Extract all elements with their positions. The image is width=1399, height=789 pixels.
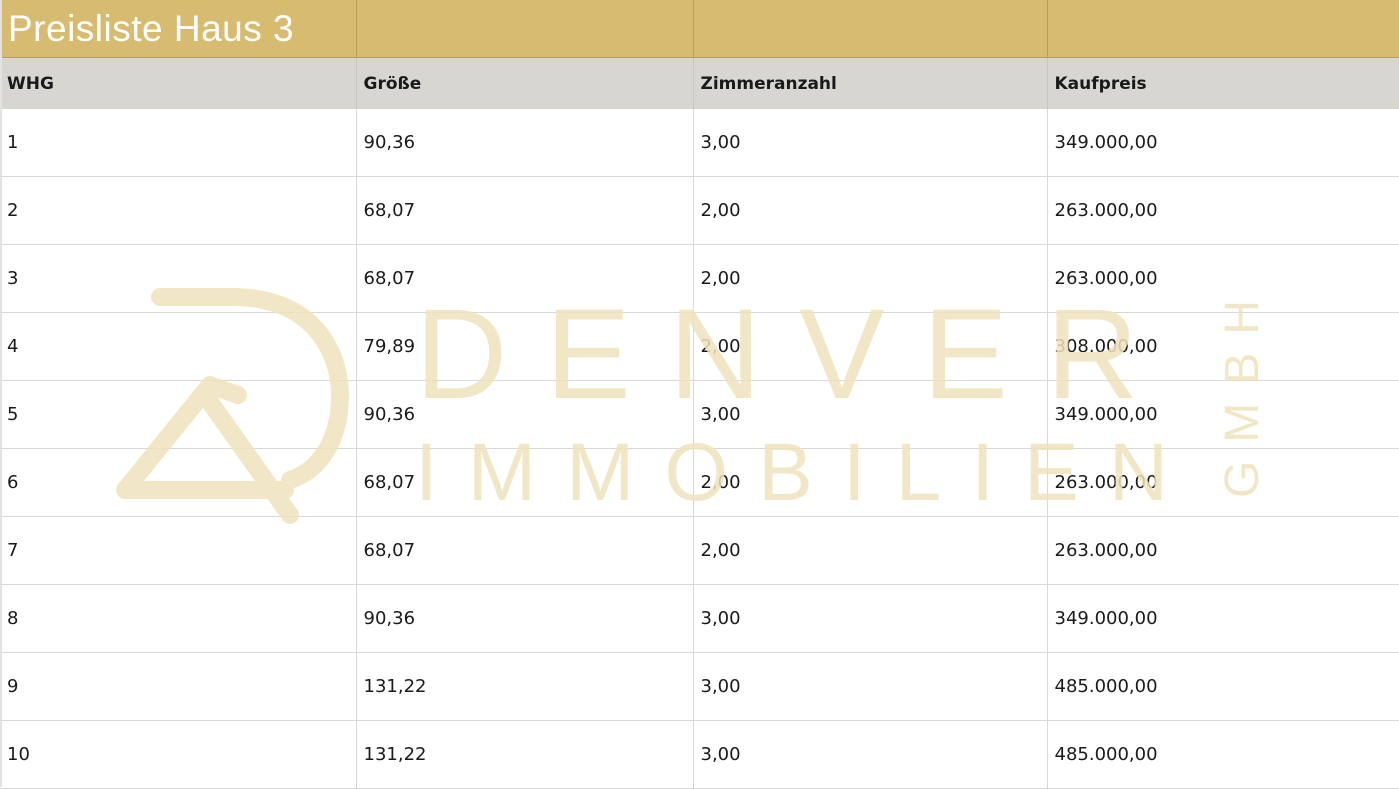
cell-groesse[interactable]: 68,07	[356, 244, 694, 313]
cell-kaufpreis[interactable]: 349.000,00	[1047, 380, 1399, 449]
cell-whg[interactable]: 5	[0, 380, 357, 449]
cell-groesse[interactable]: 90,36	[356, 380, 694, 449]
cell-groesse[interactable]: 68,07	[356, 176, 694, 245]
cell-whg[interactable]: 10	[0, 720, 357, 789]
cell-kaufpreis[interactable]: 263.000,00	[1047, 244, 1399, 313]
column-header-kaufpreis[interactable]: Kaufpreis	[1047, 57, 1399, 109]
cell-groesse[interactable]: 68,07	[356, 448, 694, 517]
title-cell[interactable]: Preisliste Haus 3	[0, 0, 357, 58]
cell-groesse[interactable]: 131,22	[356, 652, 694, 721]
table-row: 8 90,36 3,00 349.000,00	[0, 584, 1399, 653]
table-row: 10 131,22 3,00 485.000,00	[0, 720, 1399, 789]
cell-groesse[interactable]: 68,07	[356, 516, 694, 585]
cell-whg[interactable]: 7	[0, 516, 357, 585]
cell-kaufpreis[interactable]: 485.000,00	[1047, 652, 1399, 721]
table-row: 6 68,07 2,00 263.000,00	[0, 448, 1399, 517]
header-row: WHG Größe Zimmeranzahl Kaufpreis	[0, 57, 1399, 109]
cell-zimmeranzahl[interactable]: 2,00	[693, 312, 1048, 381]
cell-zimmeranzahl[interactable]: 2,00	[693, 244, 1048, 313]
price-list-sheet: Preisliste Haus 3 WHG Größe Zimmeranzahl…	[0, 0, 1399, 789]
page-title: Preisliste Haus 3	[8, 7, 295, 49]
cell-whg[interactable]: 9	[0, 652, 357, 721]
table-row: 7 68,07 2,00 263.000,00	[0, 516, 1399, 585]
cell-zimmeranzahl[interactable]: 2,00	[693, 448, 1048, 517]
table-row: 4 79,89 2,00 308.000,00	[0, 312, 1399, 381]
table-row: 9 131,22 3,00 485.000,00	[0, 652, 1399, 721]
cell-kaufpreis[interactable]: 349.000,00	[1047, 584, 1399, 653]
cell-groesse[interactable]: 90,36	[356, 584, 694, 653]
column-header-groesse[interactable]: Größe	[356, 57, 694, 109]
column-header-whg[interactable]: WHG	[0, 57, 357, 109]
left-edge-border	[0, 0, 2, 787]
cell-whg[interactable]: 6	[0, 448, 357, 517]
cell-zimmeranzahl[interactable]: 2,00	[693, 516, 1048, 585]
column-header-zimmeranzahl[interactable]: Zimmeranzahl	[693, 57, 1048, 109]
cell-kaufpreis[interactable]: 263.000,00	[1047, 516, 1399, 585]
cell-whg[interactable]: 2	[0, 176, 357, 245]
cell-whg[interactable]: 8	[0, 584, 357, 653]
price-table: Preisliste Haus 3 WHG Größe Zimmeranzahl…	[0, 0, 1399, 789]
table-row: 2 68,07 2,00 263.000,00	[0, 176, 1399, 245]
cell-zimmeranzahl[interactable]: 3,00	[693, 584, 1048, 653]
cell-groesse[interactable]: 131,22	[356, 720, 694, 789]
cell-groesse[interactable]: 90,36	[356, 109, 694, 177]
cell-zimmeranzahl[interactable]: 3,00	[693, 720, 1048, 789]
cell-whg[interactable]: 1	[0, 109, 357, 177]
cell-kaufpreis[interactable]: 485.000,00	[1047, 720, 1399, 789]
cell-groesse[interactable]: 79,89	[356, 312, 694, 381]
cell-kaufpreis[interactable]: 263.000,00	[1047, 448, 1399, 517]
cell-zimmeranzahl[interactable]: 3,00	[693, 652, 1048, 721]
cell-zimmeranzahl[interactable]: 3,00	[693, 109, 1048, 177]
title-empty-cell[interactable]	[693, 0, 1048, 58]
cell-whg[interactable]: 3	[0, 244, 357, 313]
cell-whg[interactable]: 4	[0, 312, 357, 381]
table-row: 3 68,07 2,00 263.000,00	[0, 244, 1399, 313]
title-row: Preisliste Haus 3	[0, 0, 1399, 58]
cell-zimmeranzahl[interactable]: 2,00	[693, 176, 1048, 245]
table-row: 1 90,36 3,00 349.000,00	[0, 109, 1399, 177]
table-row: 5 90,36 3,00 349.000,00	[0, 380, 1399, 449]
cell-zimmeranzahl[interactable]: 3,00	[693, 380, 1048, 449]
cell-kaufpreis[interactable]: 263.000,00	[1047, 176, 1399, 245]
cell-kaufpreis[interactable]: 308.000,00	[1047, 312, 1399, 381]
title-empty-cell[interactable]	[356, 0, 694, 58]
title-empty-cell[interactable]	[1047, 0, 1399, 58]
cell-kaufpreis[interactable]: 349.000,00	[1047, 109, 1399, 177]
